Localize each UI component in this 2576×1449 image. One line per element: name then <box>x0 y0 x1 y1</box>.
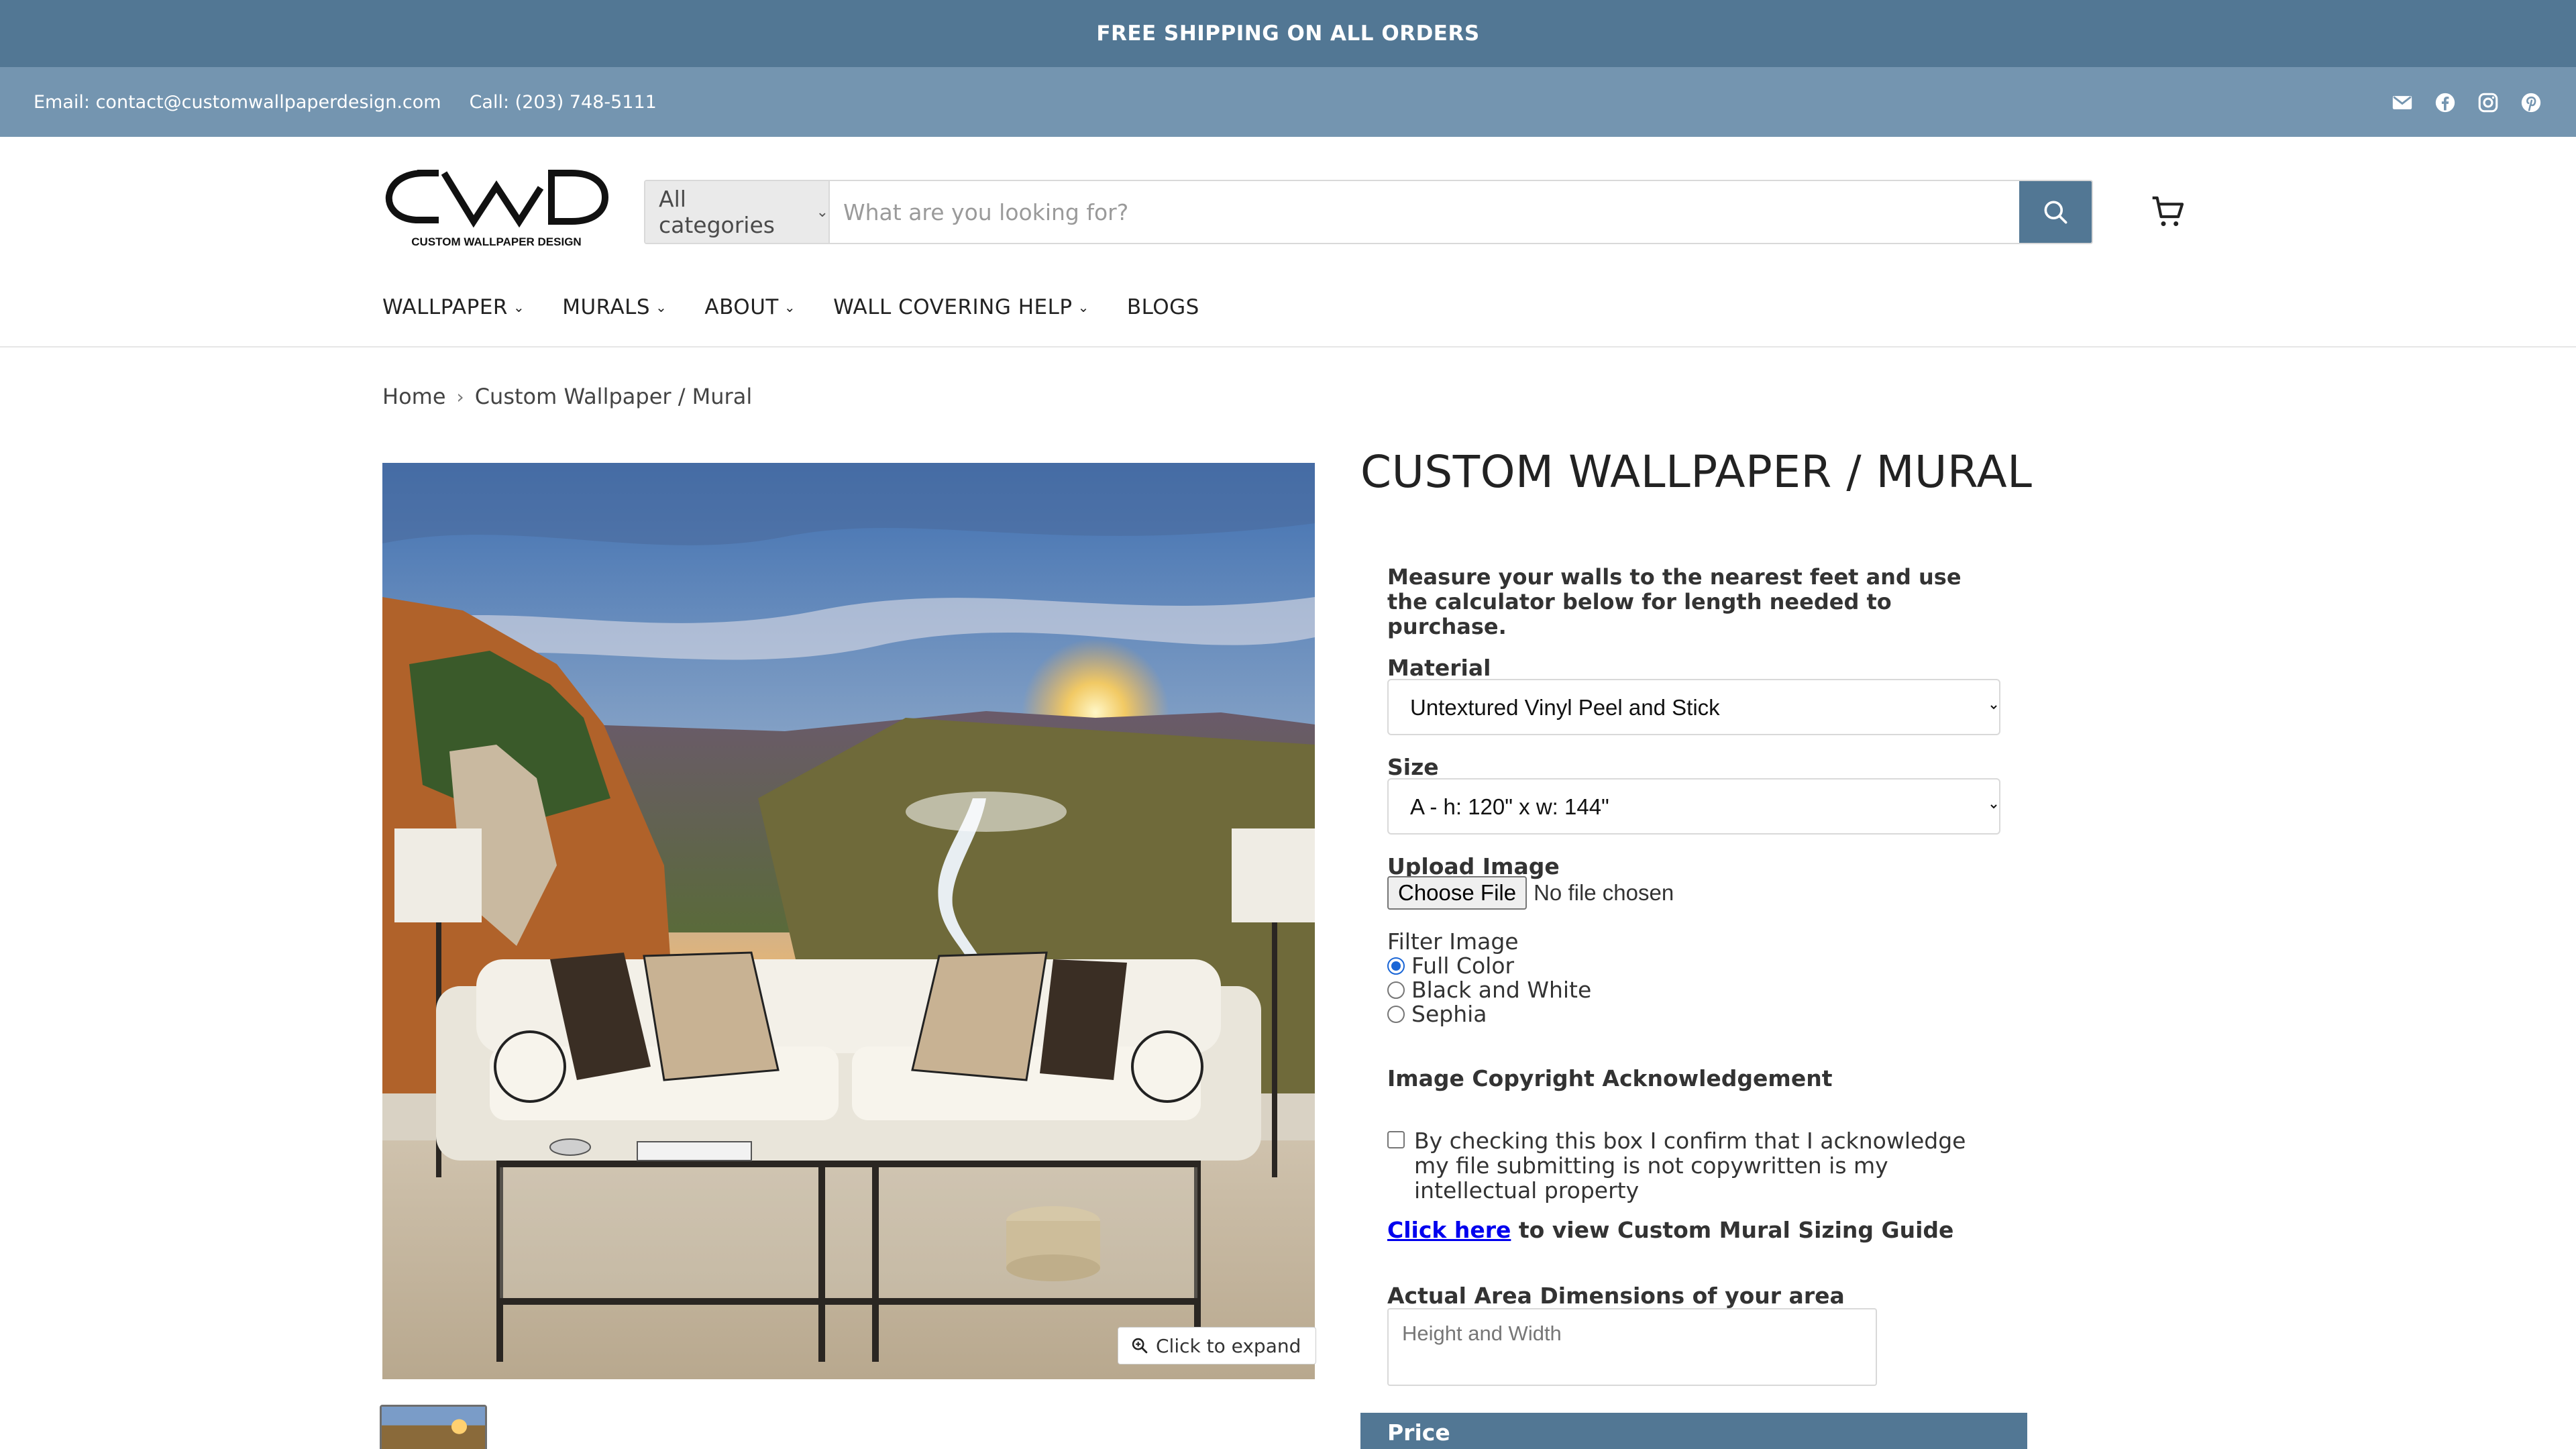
copyright-acknowledgement: By checking this box I confirm that I ac… <box>1387 1128 2004 1203</box>
filter-image-label: Filter Image <box>1387 928 1519 955</box>
area-dimensions-input[interactable] <box>1387 1308 1877 1386</box>
contact-phone-link[interactable]: Call: (203) 748-5111 <box>470 92 657 113</box>
expand-label: Click to expand <box>1156 1334 1301 1357</box>
price-header: Price <box>1360 1413 2027 1449</box>
radio-button[interactable] <box>1387 1005 1405 1023</box>
announcement-bar: FREE SHIPPING ON ALL ORDERS <box>0 0 2576 67</box>
radio-label: Black and White <box>1411 977 1592 1003</box>
radio-button[interactable] <box>1387 981 1405 999</box>
nav-item-wall-covering-help[interactable]: WALL COVERING HELP ⌄ <box>833 295 1089 319</box>
utility-bar: Email: contact@customwallpaperdesign.com… <box>0 67 2576 137</box>
chevron-right-icon: › <box>456 385 464 408</box>
instagram-icon[interactable] <box>2477 91 2500 114</box>
nav-item-blogs[interactable]: BLOGS <box>1127 295 1199 319</box>
size-label: Size <box>1387 754 1439 780</box>
file-upload: Choose File No file chosen <box>1387 876 1674 910</box>
measure-instructions: Measure your walls to the nearest feet a… <box>1387 564 1962 639</box>
nav-item-wallpaper[interactable]: WALLPAPER ⌄ <box>382 295 525 319</box>
copyright-checkbox[interactable] <box>1387 1131 1405 1148</box>
nav-label: ABOUT <box>704 295 779 319</box>
nav-label: MURALS <box>562 295 651 319</box>
mail-icon[interactable] <box>2391 91 2414 114</box>
choose-file-button[interactable]: Choose File <box>1387 876 1527 910</box>
area-dimensions-label: Actual Area Dimensions of your area <box>1387 1283 1845 1309</box>
search-icon <box>2044 201 2068 224</box>
breadcrumb: Home › Custom Wallpaper / Mural <box>382 384 752 409</box>
size-select[interactable]: A - h: 120" x w: 144" <box>1387 778 2000 835</box>
breadcrumb-home[interactable]: Home <box>382 384 446 409</box>
price-label: Price <box>1387 1419 1450 1446</box>
cwd-logo[interactable]: CUSTOM WALLPAPER DESIGN <box>382 164 610 255</box>
filter-option-sephia[interactable]: Sephia <box>1387 1001 1487 1027</box>
social-links <box>2391 91 2542 114</box>
svg-text:CUSTOM WALLPAPER DESIGN: CUSTOM WALLPAPER DESIGN <box>411 235 581 248</box>
sizing-guide-text: to view Custom Mural Sizing Guide <box>1511 1217 1954 1243</box>
chevron-down-icon: ⌄ <box>655 299 667 315</box>
file-status: No file chosen <box>1534 880 1674 905</box>
facebook-icon[interactable] <box>2434 91 2457 114</box>
site-header: CUSTOM WALLPAPER DESIGN All categories ⌄ <box>0 137 2576 347</box>
product-image[interactable] <box>382 463 1315 1379</box>
nav-label: WALL COVERING HELP <box>833 295 1073 319</box>
chevron-down-icon: ⌄ <box>1077 299 1089 315</box>
category-select[interactable]: All categories ⌄ <box>645 181 830 243</box>
copyright-label: Image Copyright Acknowledgement <box>1387 1065 1833 1091</box>
search-bar: All categories ⌄ <box>644 180 2093 244</box>
nav-item-about[interactable]: ABOUT ⌄ <box>704 295 796 319</box>
material-label: Material <box>1387 655 1491 681</box>
pinterest-icon[interactable] <box>2520 91 2542 114</box>
breadcrumb-current: Custom Wallpaper / Mural <box>474 384 753 409</box>
filter-option-full-color[interactable]: Full Color <box>1387 953 1514 979</box>
search-input[interactable] <box>830 181 2019 243</box>
radio-label: Sephia <box>1411 1001 1487 1027</box>
nav-item-murals[interactable]: MURALS ⌄ <box>562 295 667 319</box>
click-to-expand-button[interactable]: Click to expand <box>1118 1327 1317 1364</box>
chevron-down-icon: ⌄ <box>816 203 828 221</box>
sizing-guide-link[interactable]: Click here <box>1387 1217 1511 1243</box>
sizing-guide-line: Click here to view Custom Mural Sizing G… <box>1387 1217 1953 1243</box>
zoom-icon <box>1132 1338 1148 1354</box>
radio-button[interactable] <box>1387 957 1405 975</box>
filter-option-black-and-white[interactable]: Black and White <box>1387 977 1591 1003</box>
category-label: All categories <box>659 186 775 238</box>
radio-label: Full Color <box>1411 953 1515 979</box>
chevron-down-icon: ⌄ <box>784 299 796 315</box>
nav-label: BLOGS <box>1126 295 1199 319</box>
announcement-text: FREE SHIPPING ON ALL ORDERS <box>1096 21 1480 46</box>
chevron-down-icon: ⌄ <box>513 299 525 315</box>
product-title: CUSTOM WALLPAPER / MURAL <box>1360 446 2033 498</box>
contact-email-link[interactable]: Email: contact@customwallpaperdesign.com <box>34 92 441 113</box>
product-thumbnail[interactable] <box>380 1405 487 1449</box>
copyright-text: By checking this box I confirm that I ac… <box>1414 1128 1966 1203</box>
search-button[interactable] <box>2019 181 2092 243</box>
nav-label: WALLPAPER <box>382 295 508 319</box>
cart-icon[interactable] <box>2149 193 2187 231</box>
material-select[interactable]: Untextured Vinyl Peel and Stick <box>1387 679 2000 735</box>
product-page: { "announcement": { "text": "FREE SHIPPI… <box>0 0 2576 1449</box>
main-nav: WALLPAPER ⌄ MURALS ⌄ ABOUT ⌄ WALL COVERI… <box>382 295 1199 319</box>
